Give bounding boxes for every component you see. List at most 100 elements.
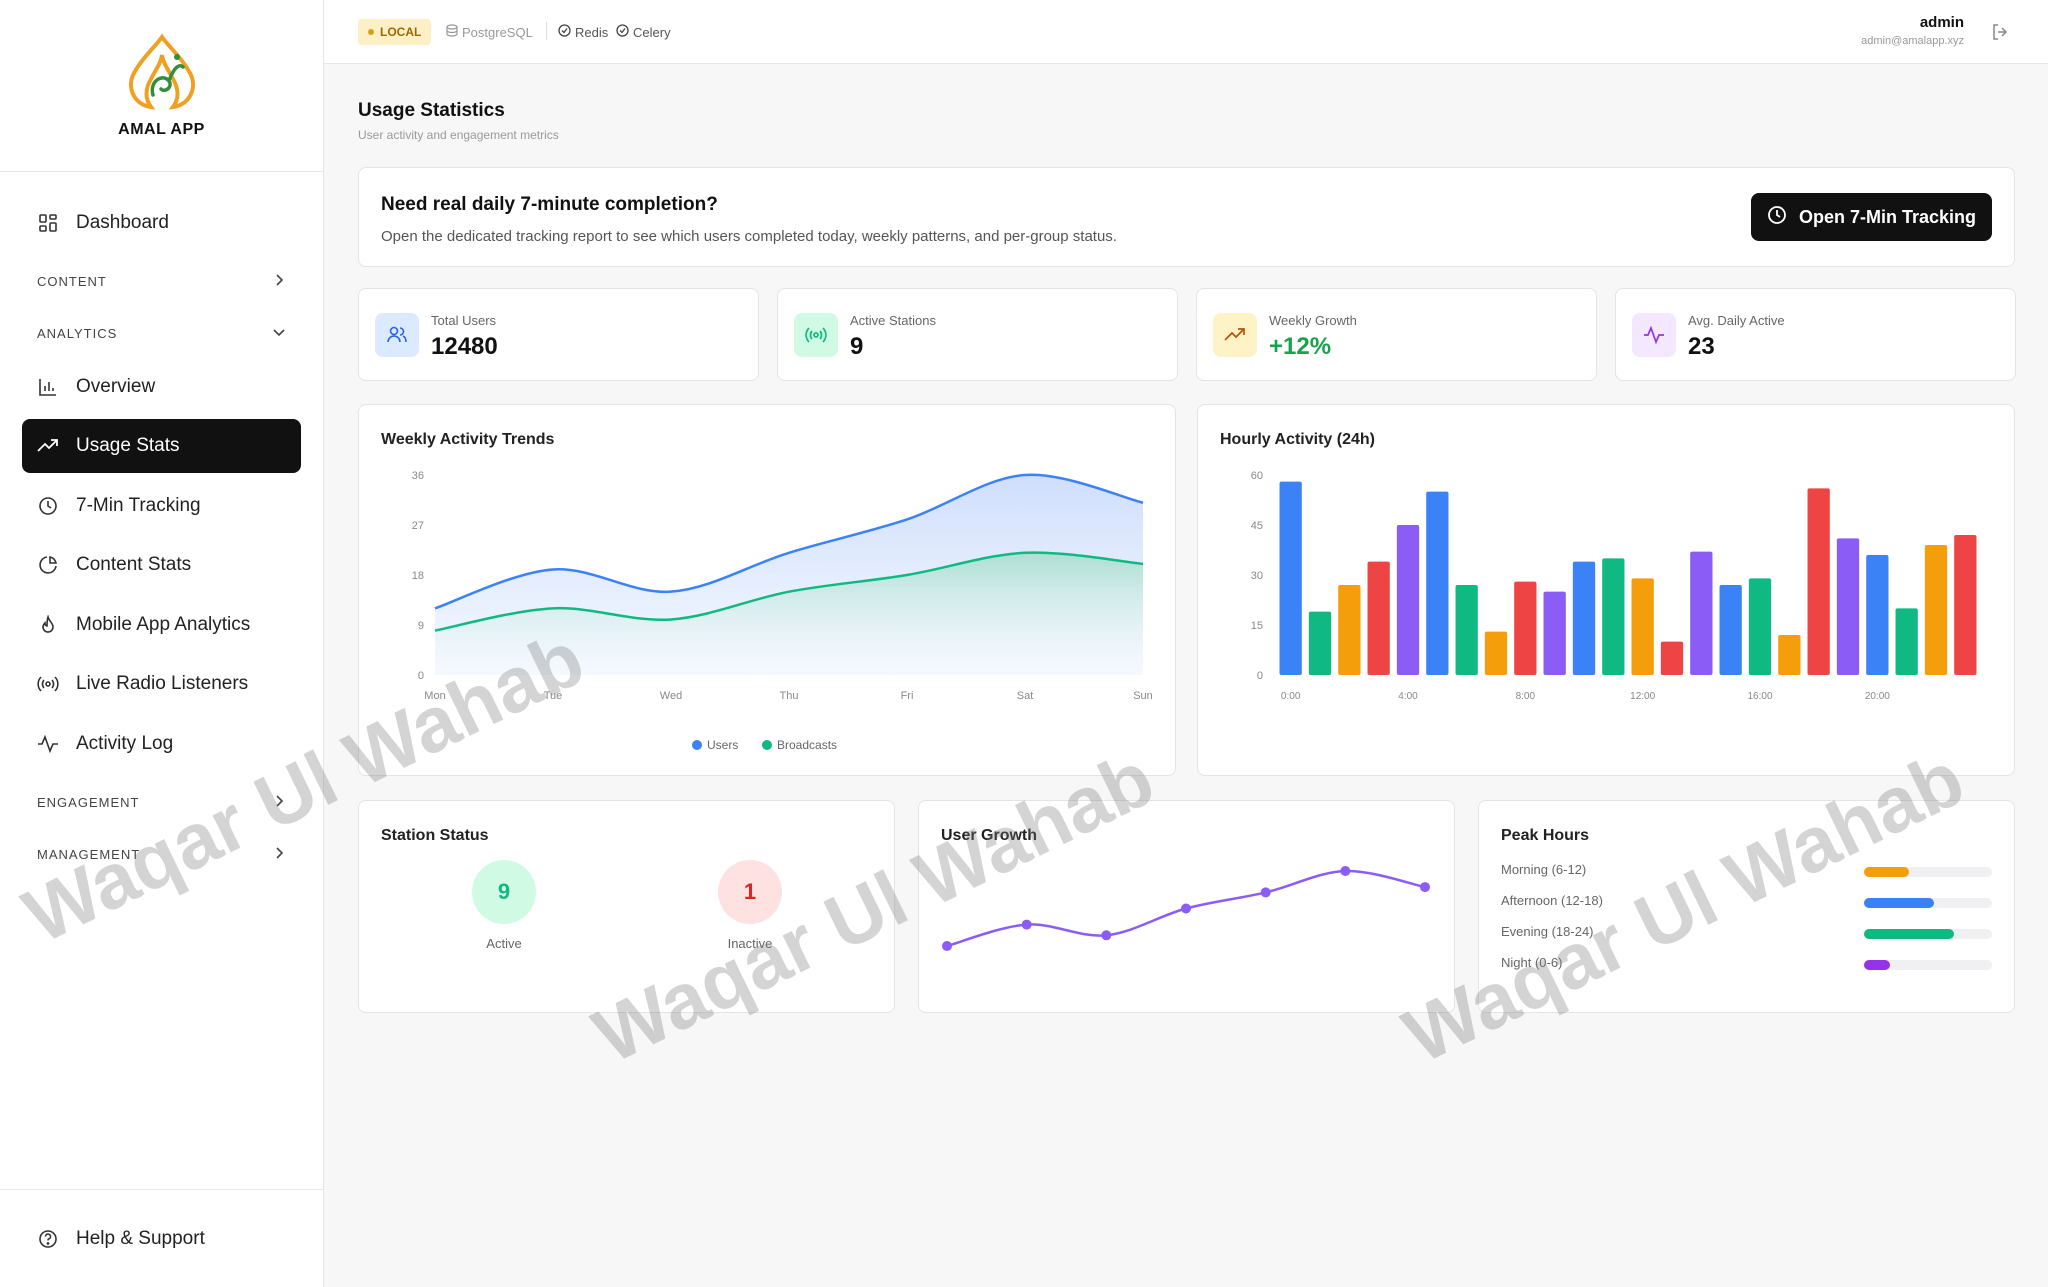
sidebar-item-label: Dashboard	[76, 212, 169, 233]
y-tick-label: 36	[412, 470, 424, 482]
stat-value: 12480	[431, 333, 498, 360]
logout-button[interactable]	[1990, 22, 2010, 47]
growth-point	[1181, 903, 1191, 914]
grid-icon	[37, 212, 59, 234]
help-label: Help & Support	[76, 1227, 205, 1249]
sidebar-section-analytics[interactable]: ANALYTICS	[22, 308, 301, 360]
bar	[1807, 488, 1830, 675]
user-name: admin	[1919, 14, 1964, 31]
sidebar-item-label: Usage Stats	[76, 435, 180, 456]
sidebar-item-activity-log[interactable]: Activity Log	[22, 717, 301, 771]
clock-icon	[1767, 205, 1787, 230]
peak-label: Morning (6-12)	[1501, 862, 1587, 877]
sidebar-item-dashboard[interactable]: Dashboard	[22, 196, 301, 250]
peak-track	[1864, 960, 1992, 970]
stat-label: Weekly Growth	[1269, 313, 1357, 328]
activity-icon	[1632, 313, 1676, 357]
bar	[1602, 558, 1625, 675]
service-celery: Celery	[616, 24, 671, 40]
bar	[1338, 585, 1361, 675]
service-label: Celery	[633, 24, 671, 40]
activity-icon	[37, 733, 59, 755]
sidebar-item-usage-stats[interactable]: Usage Stats	[22, 419, 301, 473]
x-tick-label: Tue	[544, 690, 563, 702]
chevron-right-icon	[272, 794, 286, 811]
peak-row: Evening (18-24)	[1501, 924, 1992, 944]
sidebar-section-engagement[interactable]: ENGAGEMENT	[22, 776, 301, 828]
open-tracking-button[interactable]: Open 7-Min Tracking	[1750, 193, 1992, 241]
database-icon	[446, 24, 458, 40]
help-circle-icon	[37, 1228, 59, 1250]
peak-track	[1864, 929, 1992, 939]
sidebar-item-label: Mobile App Analytics	[76, 613, 251, 635]
service-redis: Redis	[558, 24, 608, 40]
bar	[1719, 585, 1742, 675]
inactive-label: Inactive	[727, 936, 773, 951]
x-tick-label: Fri	[901, 690, 914, 702]
bar	[1748, 578, 1772, 675]
sidebar-item-label: Live Radio Listeners	[76, 673, 249, 694]
bar	[1778, 635, 1801, 675]
chevron-down-icon	[272, 325, 286, 342]
growth-point	[1340, 866, 1351, 876]
bar	[1426, 491, 1449, 675]
bar	[1836, 538, 1860, 675]
page-subtitle: User activity and engagement metrics	[358, 128, 559, 142]
banner-text: Open the dedicated tracking report to se…	[381, 228, 1117, 245]
bar	[1690, 551, 1713, 675]
logout-icon	[1990, 24, 2010, 46]
user-info[interactable]: admin admin@amalapp.xyz	[1861, 14, 1964, 47]
stat-value: +12%	[1269, 333, 1332, 360]
sidebar-section-management[interactable]: MANAGEMENT	[22, 828, 301, 880]
radio-icon	[37, 673, 59, 695]
card-title: Station Status	[381, 827, 489, 844]
brand-logo[interactable]: AMAL APP	[0, 0, 323, 172]
x-tick-label: 12:00	[1630, 691, 1655, 702]
sidebar-item-label: 7-Min Tracking	[76, 494, 201, 516]
legend-label: Broadcasts	[777, 738, 837, 752]
chevron-right-icon	[272, 846, 286, 863]
bar	[1514, 581, 1537, 675]
stat-card-avg-daily-active: Avg. Daily Active 23	[1615, 288, 2016, 381]
topbar: LOCAL PostgreSQL Redis Celery admin admi…	[324, 0, 2048, 64]
peak-label: Evening (18-24)	[1501, 924, 1594, 939]
weekly-activity-chart: 0 9 18 27 36 Mon Tue Wed Thu Fri Sat Sun Users Broadc…	[412, 470, 1153, 752]
button-label: Open 7-Min Tracking	[1798, 206, 1976, 227]
sidebar-section-content[interactable]: CONTENT	[22, 256, 301, 308]
service-label: PostgreSQL	[462, 24, 533, 40]
sidebar-item-live-radio-listeners[interactable]: Live Radio Listeners	[22, 657, 301, 711]
legend-label: Users	[707, 738, 738, 752]
bar	[1866, 555, 1889, 675]
help-support-link[interactable]: Help & Support	[22, 1212, 301, 1266]
bar	[1484, 631, 1508, 675]
peak-fill	[1864, 867, 1909, 877]
x-tick-label: 20:00	[1865, 691, 1890, 702]
x-tick-label: 16:00	[1747, 691, 1772, 702]
peak-row: Morning (6-12)	[1501, 862, 1992, 882]
sidebar-item-7-min-tracking[interactable]: 7-Min Tracking	[22, 479, 301, 533]
y-tick-label: 9	[418, 620, 424, 632]
peak-row: Night (0-6)	[1501, 955, 1992, 975]
x-tick-label: 8:00	[1516, 691, 1536, 702]
clock-icon	[37, 495, 59, 517]
stat-label: Active Stations	[850, 313, 936, 328]
sidebar-item-overview[interactable]: Overview	[22, 360, 301, 414]
divider	[546, 22, 547, 40]
stat-value: 23	[1688, 333, 1715, 360]
bar	[1924, 545, 1948, 675]
x-tick-label: Wed	[660, 690, 682, 702]
y-tick-label: 60	[1251, 470, 1263, 482]
chevron-right-icon	[272, 273, 286, 290]
users-icon	[375, 313, 419, 357]
sidebar-item-content-stats[interactable]: Content Stats	[22, 538, 301, 592]
section-label: ENGAGEMENT	[37, 794, 140, 810]
user-growth-card: User Growth	[918, 800, 1455, 1013]
growth-point	[1101, 930, 1112, 941]
x-tick-label: Sun	[1133, 690, 1153, 702]
peak-fill	[1864, 929, 1954, 939]
x-tick-label: 4:00	[1398, 691, 1418, 702]
check-circle-icon	[558, 24, 571, 40]
page-title: Usage Statistics	[358, 100, 505, 121]
sidebar-item-mobile-app-analytics[interactable]: Mobile App Analytics	[22, 598, 301, 652]
legend-marker	[762, 740, 772, 750]
